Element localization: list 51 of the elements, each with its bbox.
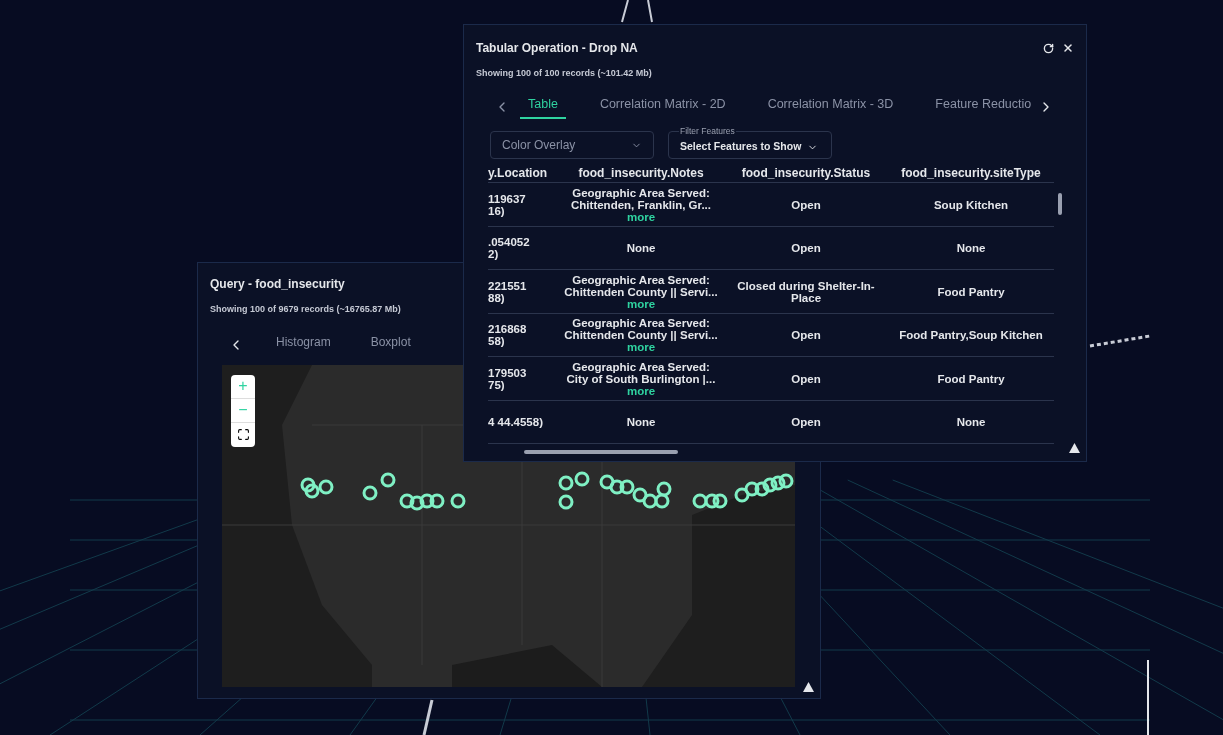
column-header: y.Location bbox=[488, 164, 549, 182]
table-cell-text: None bbox=[625, 416, 657, 428]
tab[interactable]: Table bbox=[520, 94, 566, 120]
tab[interactable]: Boxplot bbox=[362, 332, 419, 357]
refresh-icon[interactable] bbox=[1043, 42, 1054, 54]
table-cell-text: None bbox=[955, 242, 987, 254]
table-cell-text: Geographic Area Served: Chittenden County || Servi... bbox=[563, 317, 719, 341]
table-cell-text: 119637 16) bbox=[488, 192, 527, 217]
table-cell-text: 216868 58) bbox=[488, 323, 528, 347]
close-icon[interactable] bbox=[1062, 42, 1074, 54]
more-link[interactable]: more bbox=[626, 384, 656, 397]
record-count: Showing 100 of 9679 records (~16765.87 Mb) bbox=[210, 303, 401, 316]
table-cell-text: .054052 2) bbox=[488, 236, 531, 260]
table-cell-text: 4 44.4558) bbox=[488, 416, 544, 428]
table-cell-text: Geographic Area Served: City of South Burlington |... bbox=[565, 360, 717, 385]
tab[interactable]: Correlation Matrix - 2D bbox=[591, 94, 734, 120]
column-header: food_insecurity.Notes bbox=[577, 164, 705, 182]
more-link[interactable]: more bbox=[626, 210, 656, 223]
table-cell-text: 221551 88) bbox=[488, 279, 528, 304]
table-cell-text: Open bbox=[790, 242, 822, 254]
tab[interactable]: Feature Reductio bbox=[927, 94, 1038, 120]
resize-handle-icon[interactable] bbox=[803, 682, 814, 692]
table-cell-text: Open bbox=[790, 198, 822, 211]
table-cell-text: Open bbox=[790, 416, 822, 428]
column-header: food_insecurity.Status bbox=[740, 164, 872, 182]
table-cell-text: 179503 75) bbox=[488, 366, 528, 391]
table-cell-text: Geographic Area Served: Chittenden, Franklin, Gr... bbox=[570, 186, 712, 211]
window-title: Tabular Operation - Drop NA bbox=[476, 40, 638, 57]
table-cell-text: Geographic Area Served: Chittenden County || Servi... bbox=[563, 273, 719, 298]
filter-legend: Filter Features bbox=[679, 127, 736, 136]
table-cell-text: Open bbox=[790, 329, 822, 341]
resize-handle-icon[interactable] bbox=[1069, 443, 1080, 453]
table-cell-text: Food Pantry bbox=[936, 372, 1006, 385]
filter-value: Select Features to Show bbox=[680, 139, 802, 155]
tab[interactable]: Histogram bbox=[268, 332, 339, 357]
window-title: Query - food_insecurity bbox=[210, 276, 345, 293]
table-cell-text: Soup Kitchen bbox=[932, 198, 1010, 211]
column-header: food_insecurity.siteType bbox=[900, 164, 1042, 182]
fullscreen-icon bbox=[236, 428, 250, 441]
more-link[interactable]: more bbox=[626, 341, 656, 353]
more-link[interactable]: more bbox=[626, 297, 656, 310]
tab[interactable]: Correlation Matrix - 3D bbox=[759, 94, 902, 120]
dropdown-placeholder: Color Overlay bbox=[502, 137, 576, 155]
table-cell-text: Food Pantry,Soup Kitchen bbox=[898, 329, 1044, 341]
table-cell-text: Closed during Shelter-In-Place bbox=[736, 279, 876, 304]
table-cell-text: Food Pantry bbox=[936, 285, 1006, 298]
record-count: Showing 100 of 100 records (~101.42 Mb) bbox=[476, 67, 653, 80]
table-cell-text: None bbox=[625, 242, 657, 254]
table-cell-text: None bbox=[955, 416, 987, 428]
table-cell-text: Open bbox=[790, 372, 822, 385]
color-overlay-dropdown[interactable]: Color Overlay bbox=[490, 131, 654, 160]
